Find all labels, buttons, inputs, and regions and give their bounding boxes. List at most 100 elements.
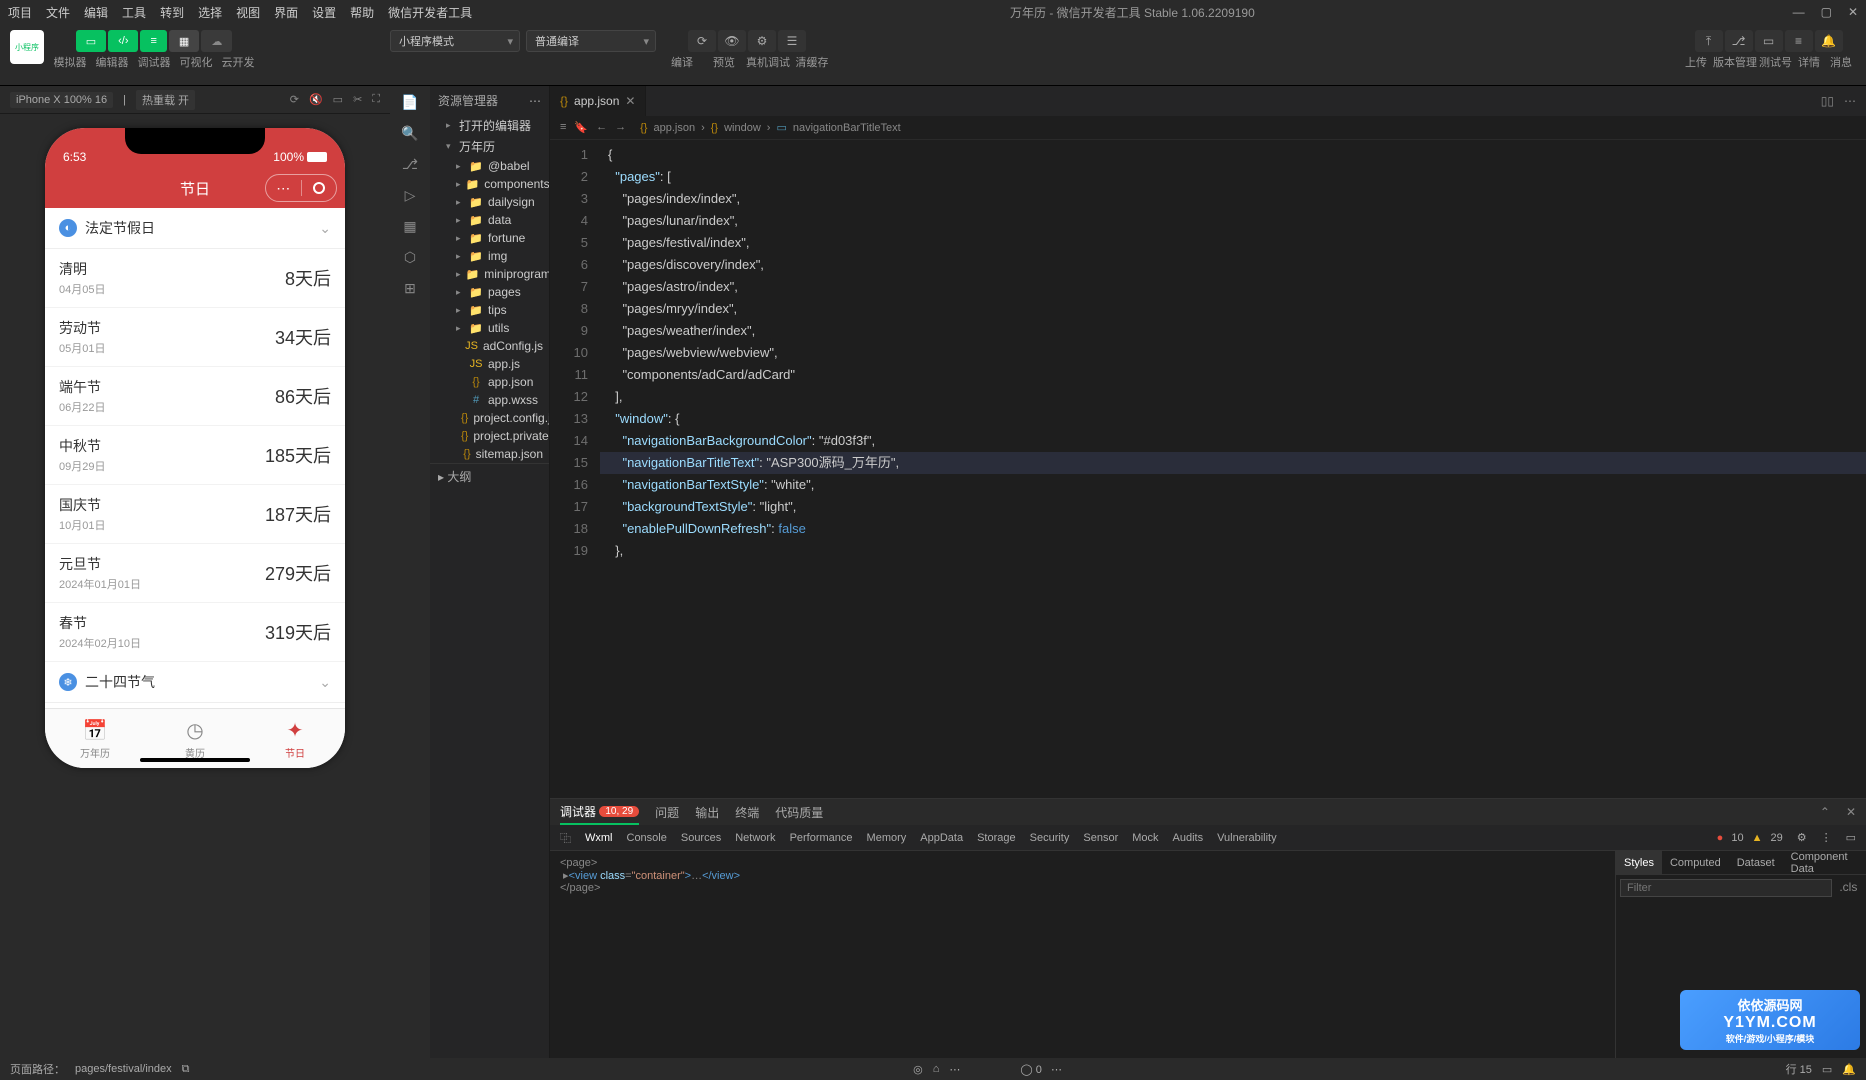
tree-item[interactable]: ▸📁components: [430, 175, 549, 193]
mute-icon[interactable]: 🔇: [309, 93, 323, 106]
tree-item[interactable]: ▸📁miniprogram_npm: [430, 265, 549, 283]
tree-root[interactable]: ▾万年历: [430, 136, 549, 157]
split-icon[interactable]: ▯▯: [1821, 94, 1834, 108]
devtool-tab[interactable]: AppData: [920, 832, 963, 844]
detail-button[interactable]: ≡: [1785, 30, 1813, 52]
npm-icon[interactable]: ⬡: [404, 249, 416, 266]
tab-festival[interactable]: ✦节日: [245, 709, 345, 768]
section-solar-terms[interactable]: ❄ 二十四节气 ⌄: [45, 662, 345, 703]
devtool-tab[interactable]: Storage: [977, 832, 1016, 844]
message-button[interactable]: 🔔: [1815, 30, 1843, 52]
rotate-icon[interactable]: ▭: [333, 93, 343, 106]
devtool-tab[interactable]: Memory: [867, 832, 907, 844]
holiday-item[interactable]: 清明04月05日8天后: [45, 249, 345, 308]
hot-reload-toggle[interactable]: 热重载 开: [136, 90, 195, 110]
tree-item[interactable]: JSapp.js: [430, 355, 549, 373]
close-tab-icon[interactable]: ✕: [625, 94, 635, 108]
version-button[interactable]: ⎇: [1725, 30, 1753, 52]
menu-item[interactable]: 编辑: [84, 4, 108, 21]
menu-icon[interactable]: ⋯: [949, 1063, 960, 1076]
expand-icon[interactable]: ⛶: [372, 93, 380, 106]
devtool-tab[interactable]: Network: [735, 832, 775, 844]
tree-item[interactable]: {}sitemap.json: [430, 445, 549, 463]
capsule-button[interactable]: ⋯: [265, 174, 337, 202]
style-tab[interactable]: Computed: [1662, 851, 1729, 875]
menu-icon[interactable]: ⋮: [1821, 831, 1832, 844]
menu-item[interactable]: 文件: [46, 4, 70, 21]
search-icon[interactable]: 🔍: [401, 125, 418, 142]
scene-icon[interactable]: ◎: [913, 1063, 923, 1076]
tree-item[interactable]: ▸📁data: [430, 211, 549, 229]
devtool-tab[interactable]: Performance: [790, 832, 853, 844]
maximize-icon[interactable]: ▢: [1821, 5, 1832, 19]
opened-editors[interactable]: ▸打开的编辑器: [430, 115, 549, 136]
more-icon[interactable]: ⋯: [1844, 94, 1856, 108]
editor-toggle[interactable]: ‹/›: [108, 30, 138, 52]
mode-select[interactable]: 小程序模式: [390, 30, 520, 52]
style-tab[interactable]: Component Data: [1783, 851, 1866, 875]
devtool-tab[interactable]: Mock: [1132, 832, 1158, 844]
tree-item[interactable]: {}project.private.config.js...: [430, 427, 549, 445]
project-logo[interactable]: 小程序: [10, 30, 44, 64]
tree-item[interactable]: ▸📁@babel: [430, 157, 549, 175]
style-tab[interactable]: Styles: [1616, 851, 1662, 875]
dbg-tab-debugger[interactable]: 调试器 10, 29: [560, 799, 639, 825]
holiday-item[interactable]: 国庆节10月01日187天后: [45, 485, 345, 544]
tree-item[interactable]: JSadConfig.js: [430, 337, 549, 355]
plugin-icon[interactable]: ⊞: [404, 280, 416, 297]
copy-icon[interactable]: ⧉: [182, 1063, 190, 1076]
menu-item[interactable]: 界面: [274, 4, 298, 21]
devtool-tab[interactable]: Wxml: [585, 832, 613, 844]
compile-select[interactable]: 普通编译: [526, 30, 656, 52]
forward-icon[interactable]: →: [615, 121, 626, 134]
holiday-item[interactable]: 劳动节05月01日34天后: [45, 308, 345, 367]
test-button[interactable]: ▭: [1755, 30, 1783, 52]
menu-item[interactable]: 选择: [198, 4, 222, 21]
menu-item[interactable]: 微信开发者工具: [388, 4, 472, 21]
menu-item[interactable]: 设置: [312, 4, 336, 21]
files-icon[interactable]: 📄: [401, 94, 418, 111]
tree-item[interactable]: ▸📁tips: [430, 301, 549, 319]
layout-icon[interactable]: ▭: [1822, 1063, 1832, 1076]
section-legal-holidays[interactable]: ◐ 法定节假日 ⌄: [45, 208, 345, 249]
tree-item[interactable]: ▸📁img: [430, 247, 549, 265]
menu-item[interactable]: 转到: [160, 4, 184, 21]
holiday-item[interactable]: 端午节06月22日86天后: [45, 367, 345, 426]
tab-calendar[interactable]: 📅万年历: [45, 709, 145, 768]
device-select[interactable]: iPhone X 100% 16: [10, 92, 113, 108]
debug-icon[interactable]: ▷: [405, 187, 416, 204]
style-tab[interactable]: Dataset: [1729, 851, 1783, 875]
cloud-toggle[interactable]: ☁: [201, 30, 232, 52]
menu-item[interactable]: 帮助: [350, 4, 374, 21]
tree-item[interactable]: ▸📁dailysign: [430, 193, 549, 211]
menu-item[interactable]: 工具: [122, 4, 146, 21]
cursor-position[interactable]: 行 15: [1786, 1061, 1812, 1077]
dbg-tab-terminal[interactable]: 终端: [735, 799, 759, 825]
devtool-tab[interactable]: Vulnerability: [1217, 832, 1277, 844]
cut-icon[interactable]: ✂: [353, 93, 362, 106]
tree-item[interactable]: {}app.json: [430, 373, 549, 391]
remote-debug-button[interactable]: ⚙: [748, 30, 776, 52]
clear-cache-button[interactable]: ☰: [778, 30, 806, 52]
dbg-tab-codequality[interactable]: 代码质量: [775, 799, 823, 825]
holiday-item[interactable]: 元旦节2024年01月01日279天后: [45, 544, 345, 603]
tree-item[interactable]: ▸📁fortune: [430, 229, 549, 247]
tree-item[interactable]: {}project.config.json: [430, 409, 549, 427]
simulator-toggle[interactable]: ▭: [76, 30, 106, 52]
home-icon[interactable]: ⌂: [933, 1063, 940, 1075]
refresh-icon[interactable]: ⟳: [290, 93, 299, 106]
devtool-tab[interactable]: Audits: [1173, 832, 1204, 844]
close-icon[interactable]: ✕: [1846, 805, 1856, 819]
close-icon[interactable]: ✕: [1848, 5, 1858, 19]
collapse-icon[interactable]: ⌃: [1820, 805, 1830, 819]
dock-icon[interactable]: ▭: [1846, 831, 1856, 844]
devtool-tab[interactable]: Sensor: [1083, 832, 1118, 844]
tree-item[interactable]: #app.wxss: [430, 391, 549, 409]
code-editor[interactable]: 12345678910111213141516171819 { "pages":…: [550, 140, 1866, 798]
tab-app-json[interactable]: {}app.json✕: [550, 86, 646, 116]
menu-item[interactable]: 项目: [8, 4, 32, 21]
ext-icon[interactable]: ▦: [403, 218, 416, 235]
minimize-icon[interactable]: —: [1793, 5, 1805, 19]
list-icon[interactable]: ≡: [560, 121, 566, 134]
devtool-tab[interactable]: Console: [627, 832, 667, 844]
